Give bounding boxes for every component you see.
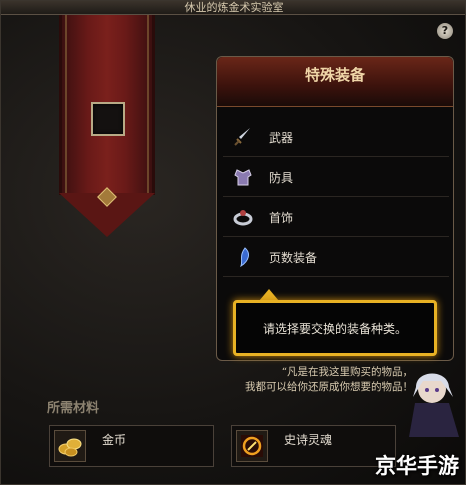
npc-portrait [401,363,463,437]
menu-item-label: 首饰 [269,211,294,225]
gold-coin-icon [54,430,86,462]
banner [59,15,155,237]
menu-item-armor[interactable]: 防具 [223,159,449,197]
material-gold[interactable]: 金币 [49,425,214,467]
menu-item-accessory[interactable]: 首饰 [223,199,449,237]
tome-icon [229,243,257,271]
equipment-slot[interactable] [91,102,125,136]
alchemy-lab-window: 休业的炼金术实验室 ? 特殊装备 武器 防具 首饰 页数装备 请选择要交换的装备… [0,0,466,485]
panel-title: 特殊装备 [304,66,365,84]
sword-icon [229,123,257,151]
epic-soul-icon [236,430,268,462]
material-epic-soul[interactable]: 史诗灵魂 [231,425,396,467]
npc-quote-line: 我都可以给你还原成你想要的物品！ [245,381,413,393]
watermark: 京华手游 [375,454,459,478]
selection-tooltip: 请选择要交换的装备种类。 [233,300,437,356]
menu-item-tome-equipment[interactable]: 页数装备 [223,239,449,277]
ring-icon [229,203,257,231]
menu-item-label: 页数装备 [269,251,318,265]
help-button[interactable]: ? [437,23,453,39]
menu-item-label: 防具 [269,171,294,185]
npc-quote-line: “凡是在我这里购买的物品， [281,366,413,378]
menu-item-weapon[interactable]: 武器 [223,119,449,157]
materials-title: 所需材料 [47,401,100,416]
material-label: 史诗灵魂 [284,433,333,447]
panel-header: 特殊装备 [217,57,453,107]
window-title: 休业的炼金术实验室 [1,1,465,15]
material-label: 金币 [102,433,127,447]
npc-quote: “凡是在我这里购买的物品， 我都可以给你还原成你想要的物品！ [213,365,413,395]
menu-item-label: 武器 [269,131,294,145]
armor-icon [229,163,257,191]
